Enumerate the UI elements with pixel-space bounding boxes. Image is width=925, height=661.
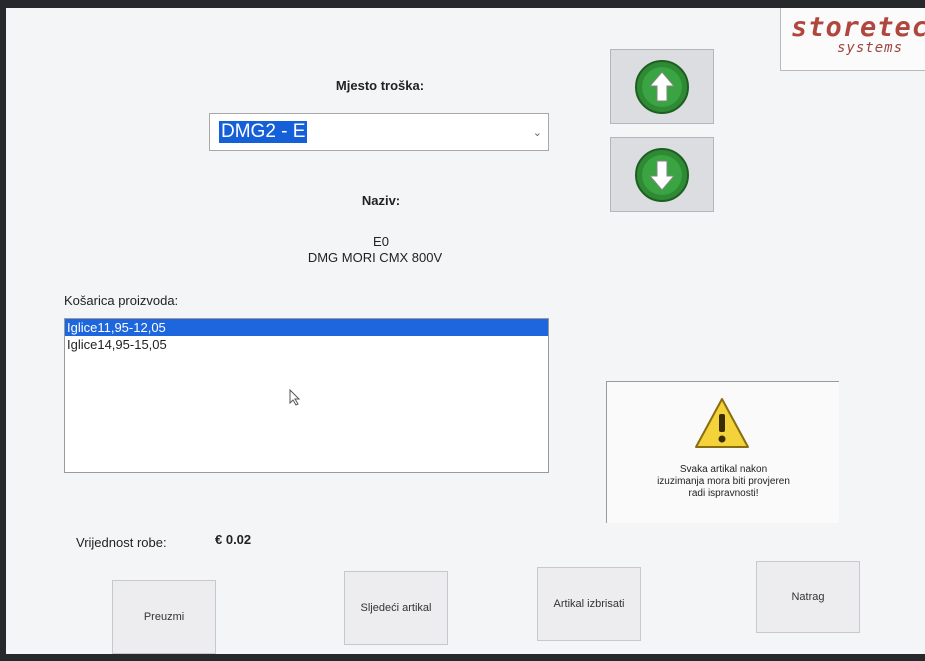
delete-item-button-label: Artikal izbrisati [553,598,625,610]
take-button-label: Preuzmi [143,611,185,623]
cost-center-dropdown[interactable]: DMG2 - E ⌄ [209,113,549,151]
app-screen: storetec systems Mjesto troška: DMG2 - E… [6,8,925,654]
list-item[interactable]: Iglice14,95-15,05 [65,336,548,353]
scroll-up-button[interactable] [610,49,714,124]
next-item-button-label: Sljedeći artikal [360,602,432,614]
cost-center-value: DMG2 - E [219,121,308,143]
scroll-down-button[interactable] [610,137,714,212]
warning-text: Svaka artikal nakon izuzimanja mora biti… [607,464,840,500]
delete-item-button[interactable]: Artikal izbrisati [537,567,641,641]
take-button[interactable]: Preuzmi [112,580,216,654]
goods-value-label: Vrijednost robe: [76,535,167,550]
cart-listbox[interactable]: Iglice11,95-12,05 Iglice14,95-15,05 [64,318,549,473]
arrow-down-icon [635,147,689,202]
warning-line3: radi ispravnosti! [688,488,759,499]
cart-label: Košarica proizvoda: [64,293,179,308]
next-item-button[interactable]: Sljedeći artikal [344,571,448,645]
warning-line1: Svaka artikal nakon [679,464,768,475]
warning-icon [695,398,749,448]
arrow-up-icon [635,59,689,114]
logo-line2: systems [837,40,904,56]
machine-name: DMG MORI CMX 800V [307,250,443,265]
list-item[interactable]: Iglice11,95-12,05 [65,319,548,336]
name-code: E0 [373,234,389,249]
cost-center-label: Mjesto troška: [335,78,425,93]
warning-panel: Svaka artikal nakon izuzimanja mora biti… [606,381,839,523]
storetec-logo: storetec systems [780,8,925,71]
warning-line2: izuzimanja mora biti provjeren [657,476,790,487]
back-button[interactable]: Natrag [756,561,860,633]
chevron-down-icon: ⌄ [532,127,542,139]
logo-line1: storetec [791,12,925,43]
goods-value-amount: € 0.02 [215,532,252,547]
mouse-cursor-icon [289,389,301,406]
back-button-label: Natrag [791,591,825,603]
name-label: Naziv: [361,193,401,208]
